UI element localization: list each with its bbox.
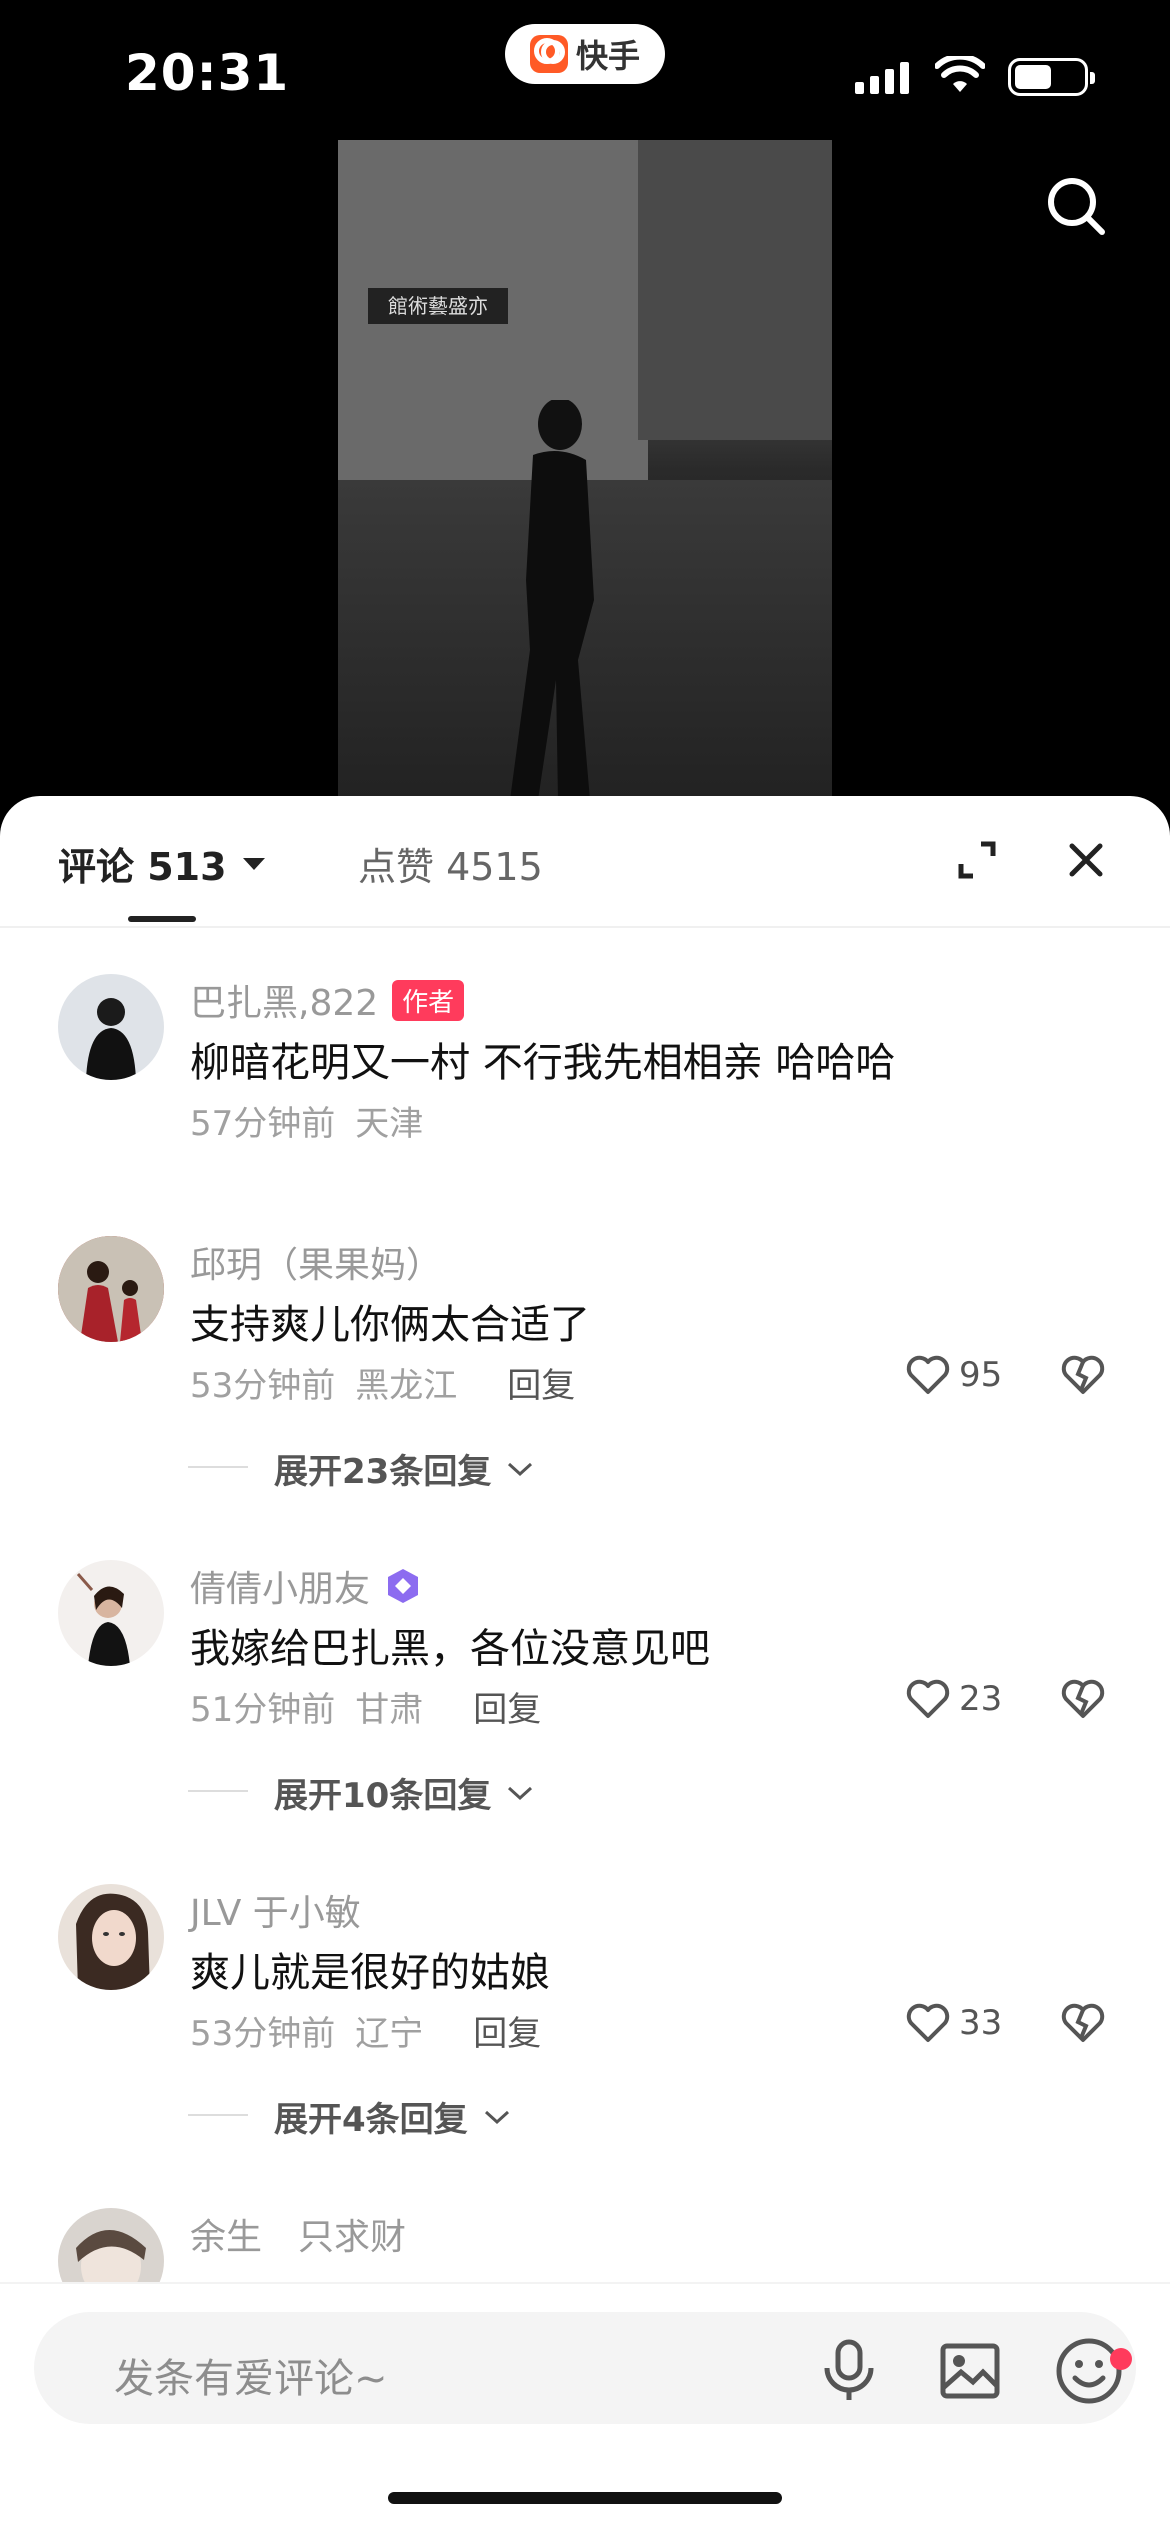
- username-text: 倩倩小朋友: [190, 1569, 371, 1610]
- tab-comments[interactable]: 评论 513: [58, 836, 267, 891]
- broken-heart-icon[interactable]: [1060, 1354, 1106, 1396]
- avatar[interactable]: [58, 1236, 164, 1342]
- search-icon[interactable]: [1045, 175, 1107, 237]
- comment-meta: 53分钟前 黑龙江 回复: [190, 1358, 575, 1407]
- like-button[interactable]: 95: [905, 1354, 1002, 1396]
- comment-time: 53分钟前: [190, 1366, 336, 1406]
- mic-icon[interactable]: [819, 2338, 879, 2402]
- video-building-right: [638, 140, 832, 440]
- reply-button[interactable]: 回复: [473, 2006, 541, 2055]
- video-player[interactable]: 館術藝盛亦: [338, 140, 832, 800]
- comment-sheet: 评论 513 点赞 4515 巴扎黑,822 作者 柳暗花明又一村 不行我先相相…: [0, 796, 1170, 2532]
- comment-meta: 53分钟前 辽宁 回复: [190, 2006, 541, 2055]
- avatar-image: [86, 998, 136, 1080]
- expand-replies-label: 展开23条回复: [274, 1452, 492, 1492]
- like-button[interactable]: 33: [905, 2002, 1002, 2044]
- expand-replies-label: 展开4条回复: [274, 2100, 468, 2140]
- close-icon[interactable]: [1064, 838, 1108, 882]
- wifi-icon: [935, 56, 985, 92]
- app-indicator-pill[interactable]: 快手: [505, 24, 665, 84]
- expand-replies-label: 展开10条回复: [274, 1776, 492, 1816]
- cellular-signal-icon: [855, 60, 909, 94]
- like-count: 33: [959, 2003, 1003, 2043]
- comment-username[interactable]: JLV 于小敏: [190, 1884, 361, 1936]
- comment-text[interactable]: 支持爽儿你俩太合适了: [190, 1292, 590, 1350]
- heart-icon: [906, 1679, 950, 1718]
- comment-text[interactable]: 柳暗花明又一村 不行我先相相亲 哈哈哈: [190, 1030, 895, 1088]
- status-bar: 20:31 快手: [0, 0, 1170, 140]
- comment-username[interactable]: 巴扎黑,822 作者: [190, 974, 465, 1026]
- comment-time: 57分钟前: [190, 1104, 336, 1144]
- like-count: 23: [959, 1679, 1003, 1719]
- comment-text[interactable]: 爽儿就是很好的姑娘: [190, 1940, 550, 1998]
- divider-line: [188, 2114, 248, 2116]
- video-shop-sign: 館術藝盛亦: [368, 288, 508, 324]
- comment-meta: 57分钟前 天津: [190, 1096, 423, 1145]
- comment-location: 黑龙江: [355, 1366, 458, 1406]
- video-person-silhouette: [510, 400, 594, 800]
- caret-down-icon: [242, 857, 265, 870]
- avatar-image: [58, 1236, 164, 1342]
- comment-location: 天津: [355, 1104, 424, 1144]
- avatar-image: [76, 1893, 150, 1990]
- avatar[interactable]: [58, 1884, 164, 1990]
- emoji-icon[interactable]: [1054, 2336, 1124, 2406]
- comment-input-field[interactable]: 发条有爱评论~: [34, 2312, 1136, 2424]
- vip-badge-icon: [388, 1569, 419, 1603]
- tab-active-indicator: [128, 916, 196, 922]
- reply-button[interactable]: 回复: [507, 1358, 575, 1407]
- comment-location: 甘肃: [355, 1690, 424, 1730]
- like-button[interactable]: 23: [905, 1678, 1002, 1720]
- battery-icon: [1008, 58, 1095, 96]
- comment-username[interactable]: 倩倩小朋友: [190, 1560, 422, 1612]
- app-name: 快手: [575, 37, 640, 75]
- comment-time: 51分钟前: [190, 1690, 336, 1730]
- kuaishou-logo-icon: [529, 35, 568, 73]
- divider-line: [188, 1466, 248, 1468]
- like-count: 95: [959, 1355, 1003, 1395]
- comment-input-placeholder: 发条有爱评论~: [114, 2356, 388, 2402]
- expand-replies-button[interactable]: 展开4条回复: [188, 2092, 512, 2141]
- heart-icon: [906, 2003, 950, 2042]
- avatar[interactable]: [58, 974, 164, 1080]
- avatar-image: [76, 1573, 130, 1666]
- heart-icon: [906, 1355, 950, 1394]
- emoji-notification-dot: [1110, 2348, 1132, 2370]
- comment-username[interactable]: 余生 只求财: [190, 2208, 406, 2260]
- username-text: 巴扎黑,822: [190, 983, 379, 1024]
- home-indicator[interactable]: [388, 2492, 782, 2504]
- chevron-down-icon: [484, 2110, 509, 2124]
- broken-heart-icon[interactable]: [1060, 1678, 1106, 1720]
- comment-time: 53分钟前: [190, 2014, 336, 2054]
- status-time: 20:31: [125, 44, 290, 102]
- expand-replies-button[interactable]: 展开23条回复: [188, 1444, 535, 1493]
- comment-username[interactable]: 邱玥（果果妈）: [190, 1236, 442, 1288]
- comment-meta: 51分钟前 甘肃 回复: [190, 1682, 541, 1731]
- comment-text[interactable]: 我嫁给巴扎黑，各位没意见吧: [190, 1616, 710, 1674]
- avatar[interactable]: [58, 1560, 164, 1666]
- reply-button[interactable]: 回复: [473, 1682, 541, 1731]
- divider-line: [188, 1790, 248, 1792]
- chevron-down-icon: [508, 1786, 533, 1800]
- image-icon[interactable]: [939, 2342, 1001, 2400]
- author-badge: 作者: [392, 979, 465, 1021]
- expand-replies-button[interactable]: 展开10条回复: [188, 1768, 535, 1817]
- comment-input-bar: 发条有爱评论~: [0, 2282, 1170, 2532]
- comment-tabs: 评论 513 点赞 4515: [0, 796, 1170, 928]
- chevron-down-icon: [508, 1462, 533, 1476]
- comment-location: 辽宁: [355, 2014, 424, 2054]
- tab-comments-label: 评论 513: [58, 845, 227, 889]
- tab-likes[interactable]: 点赞 4515: [358, 836, 543, 891]
- broken-heart-icon[interactable]: [1060, 2002, 1106, 2044]
- expand-icon[interactable]: [955, 838, 999, 882]
